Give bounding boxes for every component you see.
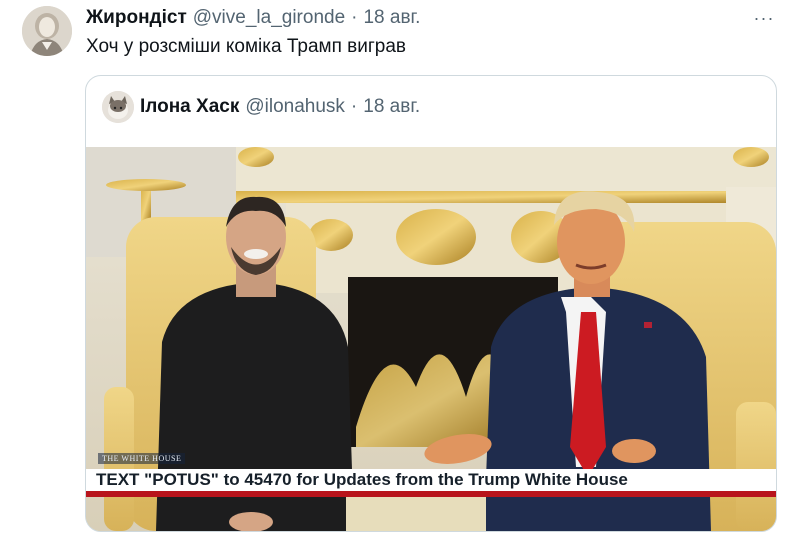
author-handle[interactable]: @vive_la_gironde [193,7,345,29]
tweet-header: Жирондіст @vive_la_gironde · 18 авг. [86,6,786,30]
quoted-tweet[interactable]: Ілона Хаск @ilonahusk · 18 авг. THE WHIT… [85,75,777,532]
quoted-author-avatar[interactable] [102,91,134,123]
tweet: Жирондіст @vive_la_gironde · 18 авг. ···… [0,0,806,535]
quoted-author-handle[interactable]: @ilonahusk [245,96,345,118]
more-options-icon[interactable]: ··· [752,6,776,30]
tweet-text: Хоч у розсміши коміка Трамп виграв [86,36,407,57]
quoted-media-image[interactable]: THE WHITE HOUSE TEXT "POTUS" to 45470 fo… [86,147,776,531]
quoted-separator-dot: · [350,96,358,117]
portrait-engraving-image [22,6,72,56]
quoted-tweet-header: Ілона Хаск @ilonahusk · 18 авг. [102,91,420,123]
quoted-tweet-date[interactable]: 18 авг. [363,96,420,118]
cat-photo-image [102,91,134,123]
author-name[interactable]: Жирондіст [86,7,187,29]
tweet-date[interactable]: 18 авг. [363,7,420,29]
video-caption-bar: TEXT "POTUS" to 45470 for Updates from t… [86,469,776,497]
quoted-author-name[interactable]: Ілона Хаск [140,96,239,118]
separator-dot: · [351,7,358,28]
video-caption-text: TEXT "POTUS" to 45470 for Updates from t… [96,470,628,489]
author-avatar[interactable] [22,6,72,56]
white-house-watermark: THE WHITE HOUSE [98,453,186,464]
